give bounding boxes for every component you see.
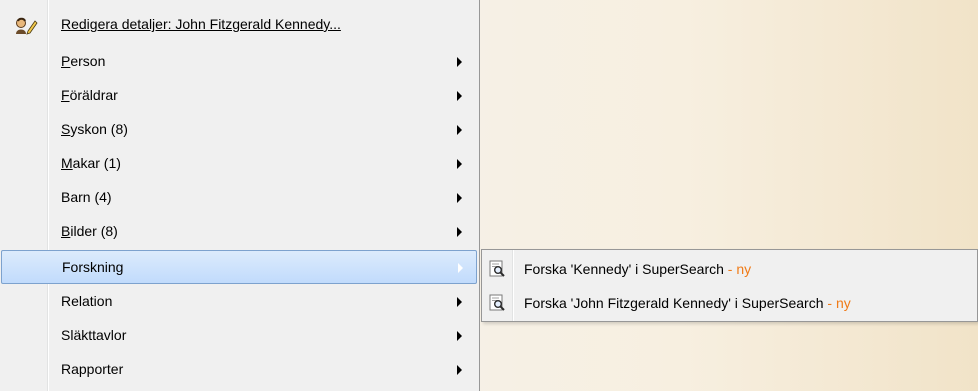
menu-item-children[interactable]: Barn (4) [0,181,478,215]
submenu-arrow-icon [457,193,462,203]
context-menu: Redigera detaljer: John Fitzgerald Kenne… [0,0,480,391]
menu-item-spouses[interactable]: Makar (1) [0,147,478,181]
submenu-arrow-icon [457,331,462,341]
menu-item-research[interactable]: Forskning [1,250,477,284]
search-document-icon [489,294,505,311]
menu-item-family-charts[interactable]: Släkttavlor [0,319,478,353]
menu-item-label: Släkttavlor [61,327,127,343]
submenu-item-label: Forska 'Kennedy' i SuperSearch - ny [524,261,752,277]
menu-item-label: Relation [61,293,113,309]
submenu-arrow-icon [457,365,462,375]
submenu-arrow-icon [457,159,462,169]
menu-item-label: Redigera detaljer: John Fitzgerald Kenne… [61,16,341,32]
submenu-arrow-icon [457,91,462,101]
submenu-arrow-icon [457,227,462,237]
search-document-icon [489,260,505,277]
menu-item-label: Syskon (8) [61,121,128,137]
menu-item-siblings[interactable]: Syskon (8) [0,113,478,147]
menu-item-label: Bilder (8) [61,223,118,239]
menu-item-reports[interactable]: Rapporter [0,353,478,387]
menu-item-relation[interactable]: Relation [0,285,478,319]
submenu-item-search-surname[interactable]: Forska 'Kennedy' i SuperSearch - ny [482,252,977,286]
menu-item-label: Person [61,53,106,69]
menu-item-label: Forskning [62,259,124,275]
menu-item-label: Barn (4) [61,189,112,205]
menu-item-edit-details[interactable]: Redigera detaljer: John Fitzgerald Kenne… [0,4,478,38]
research-submenu: Forska 'Kennedy' i SuperSearch - ny Fors… [481,249,978,322]
submenu-arrow-icon [457,57,462,67]
submenu-arrow-icon [457,297,462,307]
submenu-item-label: Forska 'John Fitzgerald Kennedy' i Super… [524,295,851,311]
menu-item-label: Makar (1) [61,155,121,171]
menu-item-label: Rapporter [61,361,124,377]
menu-item-parents[interactable]: Föräldrar [0,79,478,113]
edit-person-icon [16,17,38,35]
submenu-item-search-fullname[interactable]: Forska 'John Fitzgerald Kennedy' i Super… [482,286,977,320]
submenu-arrow-icon [458,263,463,273]
menu-item-images[interactable]: Bilder (8) [0,215,478,249]
submenu-arrow-icon [457,125,462,135]
menu-item-person[interactable]: Person [0,45,478,79]
menu-item-label: Föräldrar [61,87,118,103]
